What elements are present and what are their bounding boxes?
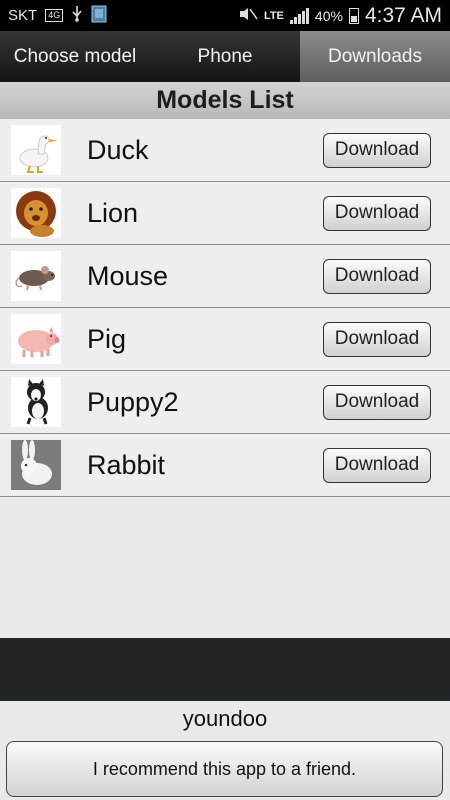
ad-banner[interactable]: [0, 638, 450, 701]
download-button-duck[interactable]: Download: [323, 132, 431, 168]
list-item: Mouse Download: [0, 245, 450, 308]
network-badge: 4G: [45, 9, 64, 22]
lion-thumbnail-icon: [11, 188, 61, 238]
model-name: Rabbit: [87, 449, 166, 480]
duck-thumbnail-icon: [11, 125, 61, 175]
list-item: Puppy2 Download: [0, 371, 450, 434]
download-button-puppy2[interactable]: Download: [323, 384, 431, 420]
mute-icon: [238, 7, 258, 25]
notification-icon: [91, 5, 107, 27]
download-button-pig[interactable]: Download: [323, 321, 431, 357]
footer: youndoo I recommend this app to a friend…: [0, 701, 450, 800]
model-name: Puppy2: [87, 386, 179, 417]
clock: 4:37 AM: [364, 3, 442, 27]
battery-percent: 40%: [314, 7, 343, 24]
model-name: Mouse: [87, 260, 169, 291]
models-list: Duck Download Lion Download Mouse Downlo…: [0, 119, 450, 497]
list-item: Pig Download: [0, 308, 450, 371]
status-bar: SKT 4G LTE 40% 4:37 AM: [0, 0, 450, 31]
carrier-label: SKT: [8, 7, 38, 24]
download-button-rabbit[interactable]: Download: [323, 447, 431, 483]
pig-thumbnail-icon: [11, 314, 61, 364]
download-button-mouse[interactable]: Download: [323, 258, 431, 294]
lte-label: LTE: [263, 9, 284, 22]
model-name: Lion: [87, 197, 139, 228]
list-item: Rabbit Download: [0, 434, 450, 497]
usb-icon: [71, 5, 83, 26]
model-name: Pig: [87, 323, 127, 354]
recommend-button[interactable]: I recommend this app to a friend.: [6, 741, 443, 797]
puppy-thumbnail-icon: [11, 377, 61, 427]
battery-icon: [348, 7, 359, 24]
list-title: Models List: [0, 82, 450, 119]
mouse-thumbnail-icon: [11, 251, 61, 301]
model-name: Duck: [87, 134, 149, 165]
list-item: Duck Download: [0, 119, 450, 182]
tab-downloads[interactable]: Downloads: [300, 31, 450, 82]
list-item: Lion Download: [0, 182, 450, 245]
tab-choose-model[interactable]: Choose model: [0, 31, 150, 82]
tab-bar: Choose model Phone Downloads: [0, 31, 450, 82]
signal-icon: [289, 7, 309, 24]
download-button-lion[interactable]: Download: [323, 195, 431, 231]
rabbit-thumbnail-icon: [11, 440, 61, 490]
tab-phone[interactable]: Phone: [150, 31, 300, 82]
brand-label: youndoo: [182, 706, 268, 731]
